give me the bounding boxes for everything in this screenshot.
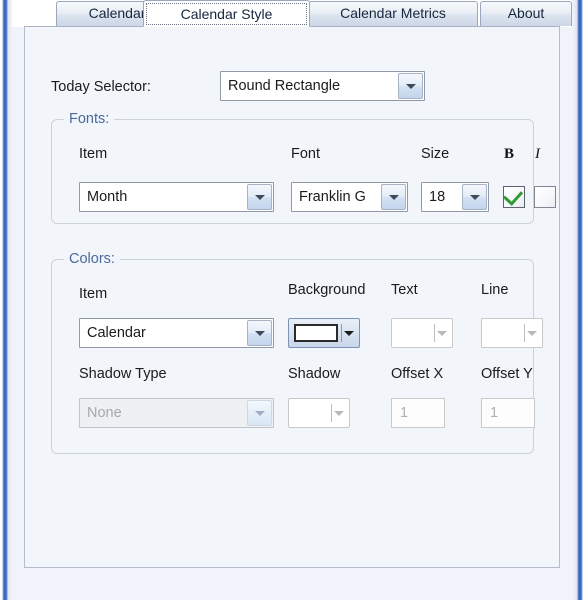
picker-separator [524, 324, 525, 342]
colors-group: Colors: Item Background Text Line Calend… [51, 251, 543, 454]
today-selector-value: Round Rectangle [228, 78, 341, 94]
tab-strip: Calendar Calendar Style Calendar Metrics… [12, 0, 572, 27]
chevron-down-icon [254, 331, 265, 336]
dropdown-arrow-icon [527, 331, 537, 336]
fonts-font-value: Franklin G [299, 189, 366, 205]
colors-group-legend: Colors: [64, 251, 120, 267]
chevron-down-icon [254, 195, 265, 200]
shadow-color-picker[interactable] [288, 398, 350, 428]
offset-y-input[interactable]: 1 [481, 398, 535, 428]
shadow-type-header: Shadow Type [79, 366, 167, 382]
dropdown-arrow-icon [344, 331, 354, 336]
fonts-item-value: Month [87, 189, 128, 205]
dropdown-arrow-icon [437, 331, 447, 336]
tab-calendar-metrics-label: Calendar Metrics [340, 5, 446, 21]
fonts-item-combobox[interactable]: Month [79, 182, 274, 212]
window-border-left [0, 0, 12, 600]
chevron-down-icon [388, 195, 399, 200]
offset-y-value: 1 [490, 405, 499, 421]
fonts-font-dropdown-button[interactable] [381, 184, 406, 210]
offset-x-value: 1 [400, 405, 409, 421]
chevron-down-icon [254, 411, 265, 416]
tab-calendar-label: Calendar [88, 5, 146, 21]
shadow-type-combobox[interactable]: None [79, 398, 274, 428]
application-window: Calendar Calendar Style Calendar Metrics… [0, 0, 584, 600]
background-color-swatch [294, 324, 338, 342]
colors-item-dropdown-button[interactable] [247, 320, 272, 346]
colors-item-value: Calendar [87, 325, 146, 341]
fonts-font-header: Font [291, 146, 321, 162]
dropdown-arrow-icon [334, 411, 344, 416]
fonts-size-dropdown-button[interactable] [462, 184, 487, 210]
picker-separator [331, 404, 332, 422]
fonts-font-combobox[interactable]: Franklin G [291, 182, 408, 212]
chevron-down-icon [469, 195, 480, 200]
client-area: Calendar Calendar Style Calendar Metrics… [12, 0, 572, 600]
fonts-item-dropdown-button[interactable] [247, 184, 272, 210]
fonts-bold-header: B [504, 146, 515, 162]
tab-calendar-metrics[interactable]: Calendar Metrics [308, 1, 478, 26]
colors-line-header: Line [481, 282, 509, 298]
today-selector-combobox[interactable]: Round Rectangle [220, 71, 425, 101]
shadow-type-value: None [87, 405, 122, 421]
tab-about[interactable]: About [480, 1, 572, 26]
shadow-header: Shadow [288, 366, 341, 382]
fonts-italic-header: I [535, 146, 540, 162]
window-border-right [572, 0, 584, 600]
colors-background-header: Background [288, 282, 366, 298]
colors-item-header: Item [79, 286, 108, 302]
fonts-size-combobox[interactable]: 18 [421, 182, 489, 212]
tab-page-calendar-style: Today Selector: Round Rectangle Fonts: I… [24, 26, 560, 568]
colors-item-combobox[interactable]: Calendar [79, 318, 274, 348]
offset-y-header: Offset Y [481, 366, 533, 382]
text-color-picker[interactable] [391, 318, 453, 348]
chevron-down-icon [405, 84, 416, 89]
checkbox-box [534, 186, 556, 208]
line-color-picker[interactable] [481, 318, 543, 348]
offset-x-header: Offset X [391, 366, 444, 382]
picker-separator [341, 324, 342, 342]
background-color-picker[interactable] [288, 318, 360, 348]
fonts-size-value: 18 [429, 189, 446, 205]
fonts-item-header: Item [79, 146, 108, 162]
fonts-group: Fonts: Item Font Size B I Month Franklin… [51, 111, 556, 224]
today-selector-dropdown-button[interactable] [398, 73, 423, 99]
offset-x-input[interactable]: 1 [391, 398, 445, 428]
shadow-type-dropdown-button[interactable] [247, 400, 272, 426]
tab-calendar-style[interactable]: Calendar Style [143, 0, 310, 27]
fonts-size-header: Size [421, 146, 450, 162]
picker-separator [434, 324, 435, 342]
fonts-italic-checkbox[interactable] [534, 186, 556, 208]
tab-calendar-style-label: Calendar Style [180, 6, 273, 22]
fonts-bold-checkbox[interactable] [502, 185, 525, 208]
today-selector-label: Today Selector: [51, 79, 151, 95]
fonts-group-legend: Fonts: [64, 111, 115, 127]
tab-about-label: About [507, 5, 545, 21]
colors-text-header: Text [391, 282, 418, 298]
